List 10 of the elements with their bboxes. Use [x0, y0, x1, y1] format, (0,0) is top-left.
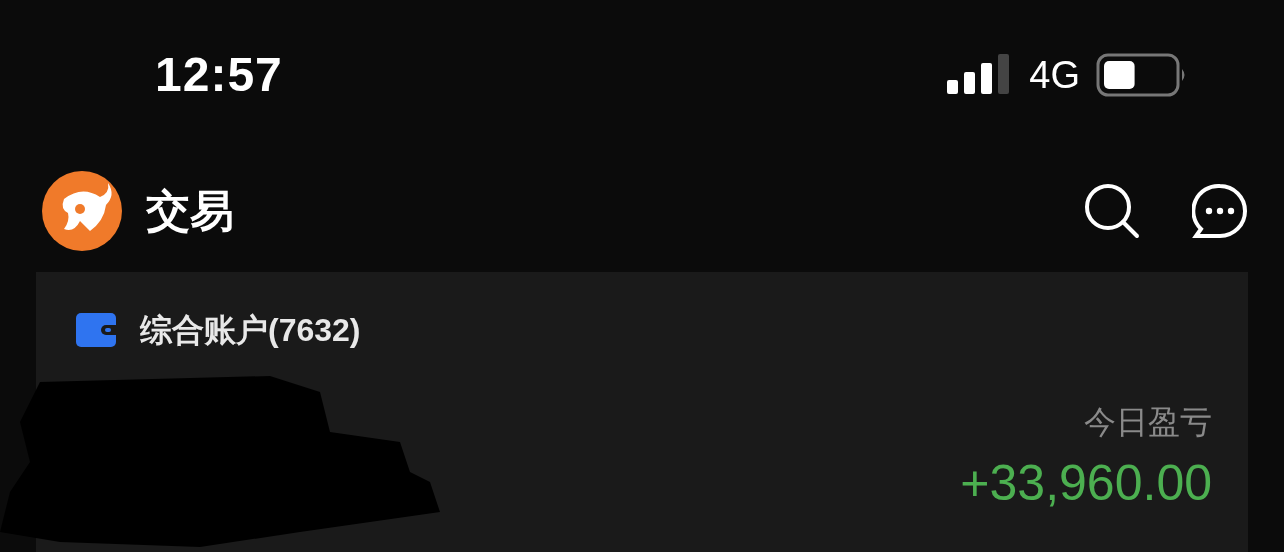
wallet-icon	[76, 313, 116, 347]
search-icon[interactable]	[1084, 183, 1140, 239]
page-title: 交易	[146, 185, 234, 237]
message-icon[interactable]	[1192, 183, 1248, 239]
pnl-value: +33,960.00	[960, 454, 1212, 513]
status-time: 12:57	[155, 47, 283, 103]
account-name: 综合账户(7632)	[140, 311, 361, 350]
pnl-label: 今日盈亏	[1084, 403, 1212, 442]
network-label: 4G	[1029, 52, 1080, 98]
logo-icon	[42, 171, 122, 251]
